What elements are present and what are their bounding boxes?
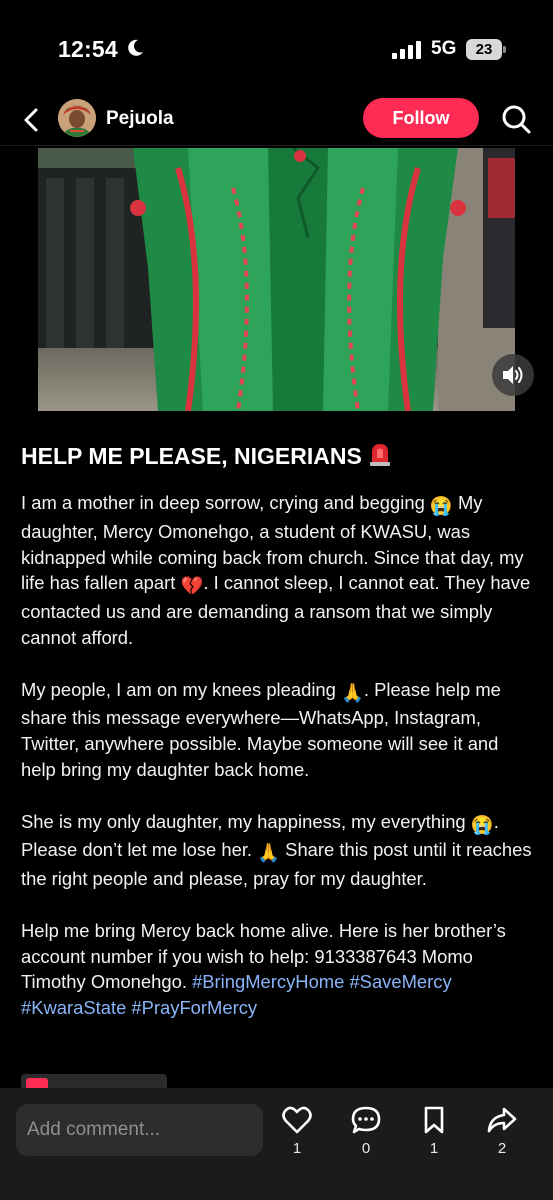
caption-text: I am a mother in deep sorrow, crying and… [21,492,430,513]
back-arrow-icon[interactable] [18,106,46,134]
save-count: 1 [429,1140,439,1157]
comment-icon [351,1106,381,1134]
caption-text: My people, I am on my knees pleading [21,678,341,700]
status-time: 12:54 [58,36,118,62]
like-count: 1 [292,1140,302,1157]
caption-paragraph: My people, I am on my knees pleading 🙏. … [21,677,536,783]
battery-tip [503,46,506,53]
praying-hands-emoji: 🙏 [340,681,364,703]
share-icon [487,1107,517,1133]
status-bar: 12:54 5G 23 [0,0,553,96]
moon-icon [128,39,143,56]
siren-icon [369,444,390,466]
crying-emoji: 😭 [429,495,453,516]
post-title: HELP ME PLEASE, NIGERIANS [21,441,392,470]
crying-emoji: 😭 [470,813,494,835]
share-count: 2 [497,1140,507,1157]
comment-button[interactable]: 0 [346,1106,386,1157]
search-icon[interactable] [500,103,532,135]
battery-icon: 23 [466,39,506,60]
avatar-image [58,99,96,137]
network-type: 5G [431,38,457,59]
post-header: Pejuola Follow [0,96,553,146]
praying-hands-emoji: 🙏 [257,842,281,864]
follow-button[interactable]: Follow [363,98,479,138]
volume-icon [503,366,523,384]
avatar[interactable] [58,99,96,137]
bottom-bar: 1 0 1 2 [0,1088,553,1200]
bookmark-button[interactable]: 1 [414,1106,454,1157]
heart-icon [282,1106,312,1134]
post-title-text: HELP ME PLEASE, NIGERIANS [21,443,362,469]
caption-text: She is my only daughter, my happiness, m… [21,810,471,832]
battery-level: 23 [466,39,502,60]
comment-input[interactable] [16,1104,263,1156]
share-button[interactable]: 2 [482,1106,522,1157]
caption-paragraph: She is my only daughter, my happiness, m… [21,809,536,892]
post-image[interactable] [38,148,515,411]
post-caption: I am a mother in deep sorrow, crying and… [21,490,536,1021]
comment-count: 0 [361,1140,371,1157]
bookmark-icon [424,1106,444,1134]
author-name[interactable]: Pejuola [106,108,174,130]
video-frame [38,148,515,411]
broken-heart-emoji: 💔 [180,575,204,597]
signal-icon [392,41,421,59]
caption-paragraph: Help me bring Mercy back home alive. Her… [21,918,536,1021]
like-button[interactable]: 1 [277,1106,317,1157]
volume-button[interactable] [492,354,534,396]
caption-paragraph: I am a mother in deep sorrow, crying and… [21,490,536,651]
